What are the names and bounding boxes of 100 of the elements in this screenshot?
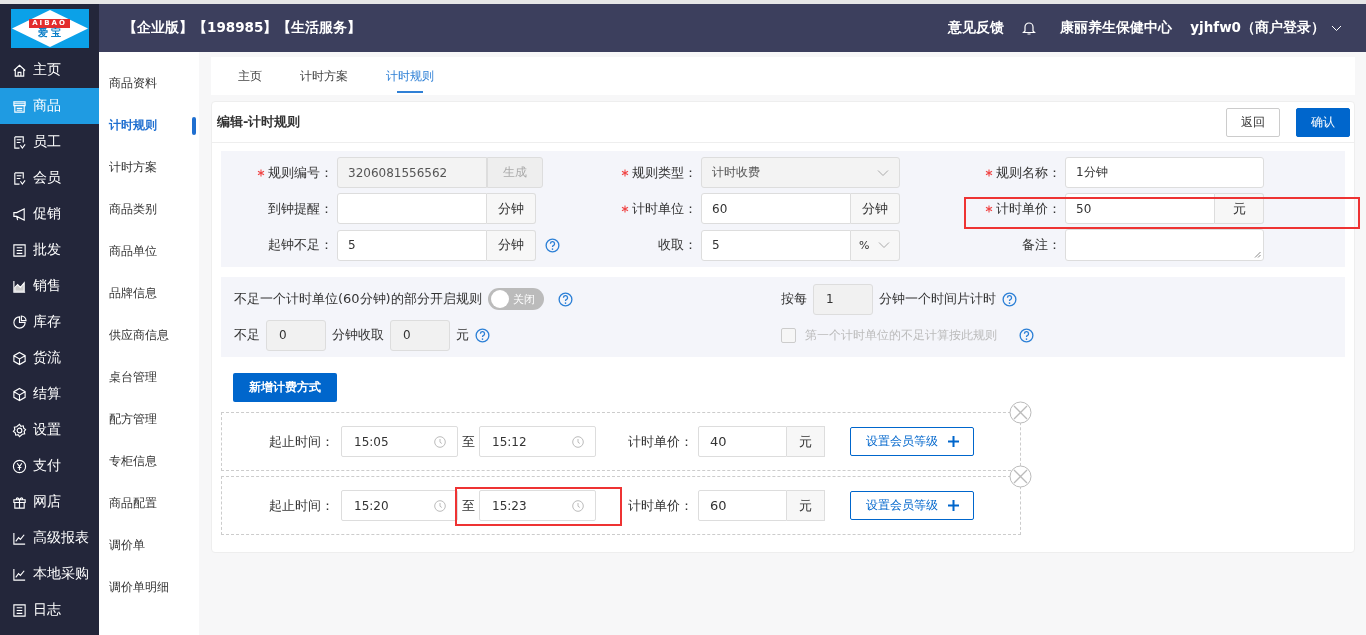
- list-icon: [12, 602, 27, 618]
- field-label: 分钟一个时间片计时: [879, 290, 996, 308]
- input-field[interactable]: 0: [390, 319, 450, 351]
- sidebar-item[interactable]: 批发: [0, 232, 99, 268]
- field-label: 计时单价：: [628, 496, 693, 515]
- user-menu[interactable]: yjhfw0（商户登录）: [1190, 19, 1342, 37]
- close-icon[interactable]: [1009, 401, 1032, 424]
- clock-icon: [572, 435, 584, 448]
- line-chart-icon: [12, 566, 27, 582]
- field-label: 起止时间：: [268, 432, 334, 451]
- unit-addon: 分钟: [851, 193, 900, 224]
- feedback-link[interactable]: 意见反馈: [948, 19, 1005, 37]
- logo-subtext: 爱 宝: [37, 27, 62, 38]
- chevron-down-icon: [877, 168, 889, 177]
- unit-label: 元: [456, 326, 469, 344]
- sidebar-item[interactable]: 高级报表: [0, 520, 99, 556]
- sub-nav-item[interactable]: 专柜信息: [99, 440, 199, 482]
- field-label: 收取：: [658, 236, 697, 254]
- unit-addon: 元: [1215, 193, 1264, 224]
- input-field[interactable]: 40: [698, 426, 787, 457]
- edition-label: 【企业版】: [123, 19, 193, 37]
- input-field[interactable]: 5: [337, 229, 487, 261]
- cube-icon: [12, 350, 27, 366]
- area-chart-icon: [12, 278, 27, 294]
- input-field[interactable]: 1分钟: [1065, 157, 1264, 188]
- member-level-button[interactable]: 设置会员等级: [850, 491, 974, 520]
- member-level-button[interactable]: 设置会员等级: [850, 427, 974, 456]
- chevron-down-icon: [878, 241, 891, 249]
- input-field[interactable]: 60: [701, 193, 851, 224]
- card-title: 编辑-计时规则: [217, 113, 302, 131]
- edition-label: 【生活服务】: [277, 19, 362, 37]
- sidebar-item[interactable]: 主页: [0, 52, 99, 88]
- confirm-button[interactable]: 确认: [1296, 107, 1350, 137]
- sub-nav-item[interactable]: 品牌信息: [99, 272, 199, 314]
- clock-icon: [434, 435, 446, 448]
- sidebar-item[interactable]: 会员: [0, 160, 99, 196]
- gift-icon: [12, 494, 27, 510]
- bell-icon[interactable]: [1022, 20, 1037, 36]
- sub-nav-item[interactable]: 计时方案: [99, 146, 199, 188]
- input-field[interactable]: 60: [698, 490, 787, 521]
- input-field[interactable]: 50: [1065, 193, 1215, 224]
- input-field[interactable]: 1: [813, 283, 873, 315]
- sub-nav-item[interactable]: 商品资料: [99, 62, 199, 104]
- storefront-icon: [12, 98, 27, 114]
- field-label: 计时单价：: [996, 199, 1061, 218]
- sidebar-item[interactable]: 员工: [0, 124, 99, 160]
- field-label: 到钟提醒：: [268, 199, 333, 218]
- sub-nav-item[interactable]: 供应商信息: [99, 314, 199, 356]
- time-field[interactable]: 15:12: [479, 426, 596, 457]
- sidebar-item[interactable]: 促销: [0, 196, 99, 232]
- time-field[interactable]: 15:23: [479, 490, 596, 521]
- field-label: 规则编号：: [268, 163, 333, 182]
- clock-icon: [434, 499, 446, 512]
- help-icon[interactable]: [475, 327, 490, 343]
- unit-addon: 分钟: [487, 193, 536, 224]
- list-icon: [12, 242, 27, 258]
- help-icon[interactable]: [1002, 291, 1017, 307]
- time-field[interactable]: 15:20: [341, 490, 458, 521]
- tab[interactable]: 计时规则: [367, 57, 453, 95]
- textarea-field[interactable]: [1065, 229, 1264, 261]
- input-field[interactable]: 5: [701, 229, 851, 261]
- sub-nav-item[interactable]: 配方管理: [99, 398, 199, 440]
- help-icon[interactable]: [557, 291, 573, 307]
- sub-nav-item[interactable]: 桌台管理: [99, 356, 199, 398]
- close-icon[interactable]: [1009, 465, 1032, 488]
- sidebar-item[interactable]: 结算: [0, 376, 99, 412]
- document-icon: [12, 170, 27, 186]
- field-label: 备注：: [1022, 236, 1061, 254]
- resize-grip-icon: [1254, 251, 1261, 258]
- sub-nav-item[interactable]: 计时规则: [99, 104, 199, 146]
- sidebar-item[interactable]: 库存: [0, 304, 99, 340]
- help-icon[interactable]: [1019, 327, 1034, 343]
- range-separator: 至: [462, 496, 475, 515]
- sidebar-item[interactable]: 本地采购: [0, 556, 99, 592]
- sidebar-item[interactable]: 支付: [0, 448, 99, 484]
- sidebar-item[interactable]: 日志: [0, 592, 99, 628]
- chevron-down-icon: [1331, 24, 1342, 32]
- input-field[interactable]: [337, 193, 487, 224]
- pie-chart-icon: [12, 314, 27, 330]
- input-field[interactable]: 0: [266, 319, 326, 351]
- unit-addon: 元: [787, 426, 825, 457]
- add-billing-button[interactable]: 新增计费方式: [233, 373, 337, 402]
- sub-nav-item[interactable]: 调价单明细: [99, 566, 199, 608]
- rule-label: 不足一个计时单位(60分钟)的部分开启规则: [234, 290, 482, 308]
- unit-select[interactable]: %: [851, 229, 900, 261]
- time-field[interactable]: 15:05: [341, 426, 458, 457]
- sub-nav-item[interactable]: 调价单: [99, 524, 199, 566]
- sub-nav-item[interactable]: 商品类别: [99, 188, 199, 230]
- clock-icon: [572, 499, 584, 512]
- sidebar-item[interactable]: 设置: [0, 412, 99, 448]
- tab[interactable]: 计时方案: [281, 57, 367, 95]
- sidebar-item[interactable]: 销售: [0, 268, 99, 304]
- help-icon[interactable]: [545, 237, 560, 253]
- sidebar-item[interactable]: 货流: [0, 340, 99, 376]
- sub-nav-item[interactable]: 商品单位: [99, 230, 199, 272]
- tab[interactable]: 主页: [219, 57, 281, 95]
- unit-addon: 分钟: [487, 229, 536, 261]
- back-button[interactable]: 返回: [1226, 107, 1280, 137]
- sidebar-item[interactable]: 网店: [0, 484, 99, 520]
- sub-nav-item[interactable]: 商品配置: [99, 482, 199, 524]
